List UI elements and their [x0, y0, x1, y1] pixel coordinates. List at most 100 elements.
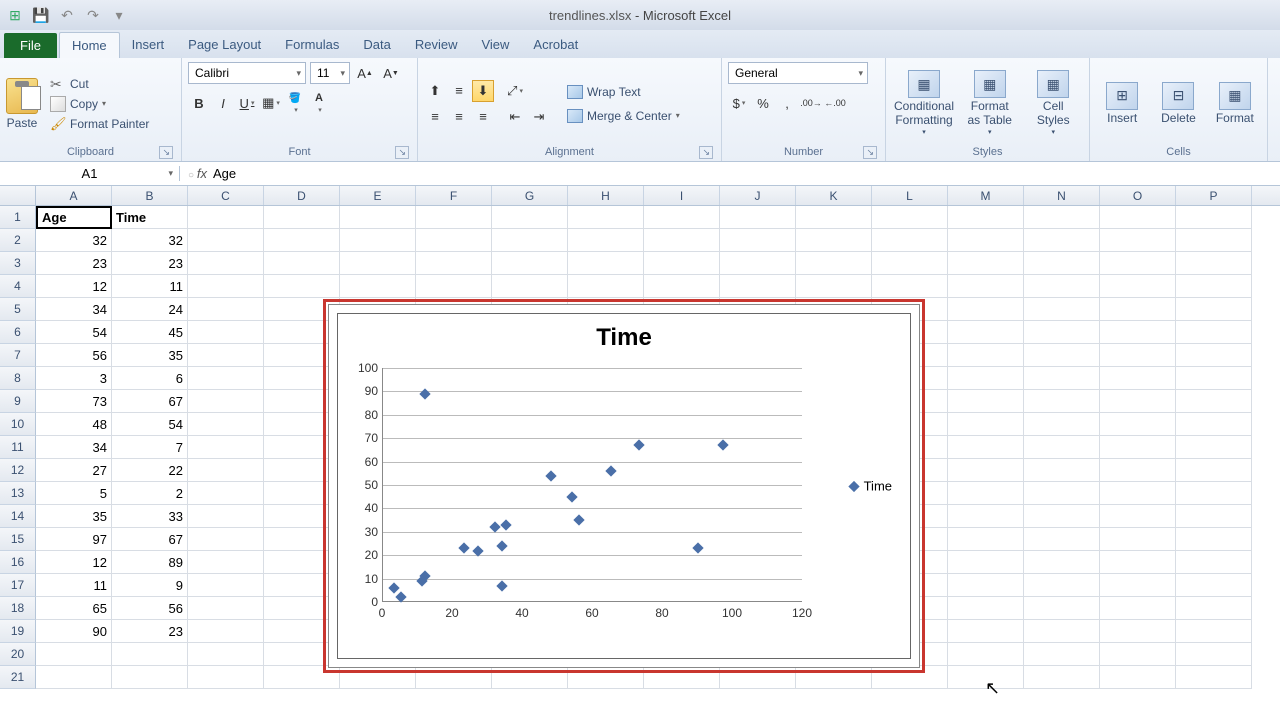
cell[interactable]	[1024, 344, 1100, 367]
cell[interactable]	[1024, 643, 1100, 666]
alignment-launcher[interactable]: ↘	[699, 146, 713, 159]
cell[interactable]: 48	[36, 413, 112, 436]
file-tab[interactable]: File	[4, 33, 57, 58]
cell[interactable]	[340, 206, 416, 229]
cell[interactable]	[1100, 206, 1176, 229]
decrease-indent-button[interactable]: ⇤	[504, 106, 526, 128]
save-icon[interactable]: 💾	[30, 4, 52, 26]
cell[interactable]	[948, 413, 1024, 436]
cell[interactable]	[264, 666, 340, 689]
select-all-corner[interactable]	[0, 186, 36, 205]
cell[interactable]	[644, 229, 720, 252]
cell[interactable]	[1100, 413, 1176, 436]
column-header[interactable]: J	[720, 186, 796, 205]
row-header[interactable]: 20	[0, 643, 36, 666]
cell[interactable]	[1024, 528, 1100, 551]
tab-insert[interactable]: Insert	[120, 32, 177, 58]
chart-legend[interactable]: Time	[850, 479, 892, 494]
column-header[interactable]: D	[264, 186, 340, 205]
cell[interactable]	[1024, 413, 1100, 436]
cell[interactable]	[492, 275, 568, 298]
cell[interactable]	[644, 666, 720, 689]
cell[interactable]	[492, 206, 568, 229]
increase-indent-button[interactable]: ⇥	[528, 106, 550, 128]
cell[interactable]	[1176, 459, 1252, 482]
cell[interactable]	[1100, 252, 1176, 275]
cell[interactable]	[340, 275, 416, 298]
cell[interactable]	[1176, 229, 1252, 252]
cell[interactable]: 11	[36, 574, 112, 597]
tab-review[interactable]: Review	[403, 32, 470, 58]
cell[interactable]	[1024, 482, 1100, 505]
cell[interactable]	[188, 436, 264, 459]
cell[interactable]	[1024, 620, 1100, 643]
cell[interactable]: 6	[112, 367, 188, 390]
worksheet[interactable]: ABCDEFGHIJKLMNOP 1AgeTime232323232341211…	[0, 186, 1280, 720]
font-size-combo[interactable]: 11	[310, 62, 350, 84]
chart-data-point[interactable]	[500, 519, 511, 530]
cell[interactable]	[1176, 643, 1252, 666]
cell[interactable]: 11	[112, 275, 188, 298]
cell[interactable]	[1176, 390, 1252, 413]
cell[interactable]	[796, 229, 872, 252]
font-color-button[interactable]: A	[308, 92, 330, 114]
cell[interactable]	[1100, 482, 1176, 505]
cell[interactable]: 54	[112, 413, 188, 436]
cell[interactable]	[188, 459, 264, 482]
clipboard-launcher[interactable]: ↘	[159, 146, 173, 159]
cell[interactable]	[1024, 275, 1100, 298]
bold-button[interactable]: B	[188, 92, 210, 114]
cell[interactable]	[1176, 551, 1252, 574]
format-cells-button[interactable]: ▦Format	[1209, 80, 1261, 127]
cell[interactable]	[1176, 482, 1252, 505]
cell[interactable]	[416, 229, 492, 252]
cell[interactable]: 5	[36, 482, 112, 505]
tab-acrobat[interactable]: Acrobat	[521, 32, 590, 58]
cell[interactable]	[188, 229, 264, 252]
row-header[interactable]: 5	[0, 298, 36, 321]
cell[interactable]	[568, 275, 644, 298]
conditional-formatting-button[interactable]: ▦Conditional Formatting▾	[892, 68, 956, 138]
cell[interactable]	[188, 482, 264, 505]
row-header[interactable]: 2	[0, 229, 36, 252]
cell[interactable]	[1176, 666, 1252, 689]
cell[interactable]: 67	[112, 528, 188, 551]
cell[interactable]: 9	[112, 574, 188, 597]
cell[interactable]	[112, 643, 188, 666]
chart-data-point[interactable]	[605, 465, 616, 476]
font-launcher[interactable]: ↘	[395, 146, 409, 159]
number-launcher[interactable]: ↘	[863, 146, 877, 159]
insert-cells-button[interactable]: ⊞Insert	[1096, 80, 1148, 127]
tab-page-layout[interactable]: Page Layout	[176, 32, 273, 58]
align-left-button[interactable]: ≡	[424, 106, 446, 128]
formula-input[interactable]: Age	[213, 166, 1272, 181]
column-header[interactable]: B	[112, 186, 188, 205]
column-header[interactable]: H	[568, 186, 644, 205]
cell[interactable]: 67	[112, 390, 188, 413]
cell[interactable]: 2	[112, 482, 188, 505]
chart-data-point[interactable]	[496, 580, 507, 591]
paste-button[interactable]: Paste	[6, 78, 38, 130]
cell[interactable]	[948, 459, 1024, 482]
row-header[interactable]: 15	[0, 528, 36, 551]
cell[interactable]	[948, 597, 1024, 620]
row-header[interactable]: 18	[0, 597, 36, 620]
cell[interactable]	[796, 252, 872, 275]
fx-icon[interactable]: fx	[188, 166, 207, 181]
cell[interactable]	[1176, 298, 1252, 321]
cell[interactable]	[948, 643, 1024, 666]
row-header[interactable]: 6	[0, 321, 36, 344]
increase-decimal-button[interactable]: .00→	[800, 92, 822, 114]
row-header[interactable]: 4	[0, 275, 36, 298]
cell[interactable]	[1100, 597, 1176, 620]
format-painter-button[interactable]: 🖌Format Painter	[46, 115, 153, 133]
cell[interactable]	[1100, 528, 1176, 551]
cell[interactable]	[948, 229, 1024, 252]
cell[interactable]	[1100, 436, 1176, 459]
cell[interactable]	[1100, 229, 1176, 252]
column-header[interactable]: F	[416, 186, 492, 205]
cell[interactable]	[1024, 505, 1100, 528]
chart-data-point[interactable]	[496, 540, 507, 551]
row-header[interactable]: 3	[0, 252, 36, 275]
column-header[interactable]: L	[872, 186, 948, 205]
